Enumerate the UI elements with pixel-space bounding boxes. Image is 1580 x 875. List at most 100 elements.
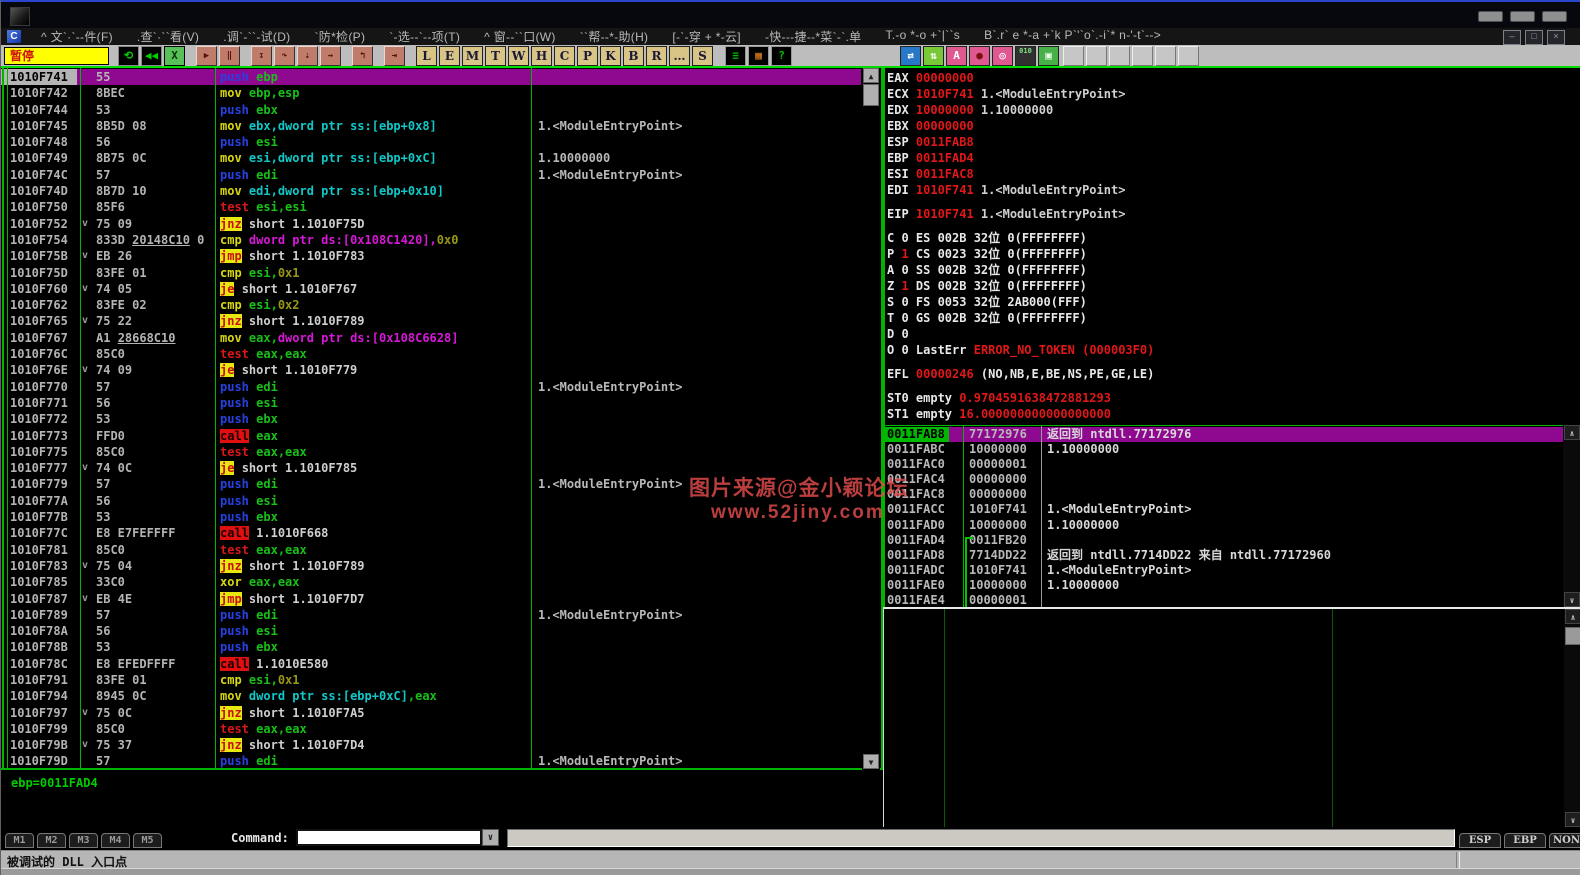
memory-tab-m3[interactable]: M3	[69, 833, 98, 848]
stack-row[interactable]: 0011FAC0 00000001	[883, 457, 1563, 472]
mdi-minimize-icon[interactable]: –	[1503, 30, 1521, 45]
stack-pane[interactable]: 0011FAB8 77172976 返回到 ntdll.77172976 0011FA…	[883, 425, 1580, 608]
menu-item[interactable]: -快---捷--*菜`-`.单	[753, 28, 873, 45]
scroll-down-icon[interactable]: ∨	[1564, 592, 1580, 607]
menu-item[interactable]: `防*检(P)	[302, 28, 377, 45]
menu-item[interactable]: `-选--`--项(T)	[377, 28, 472, 45]
memory-tab-m4[interactable]: M4	[101, 833, 130, 848]
disasm-row[interactable]: 1010F760 v 74 05 je short 1.1010F767	[1, 281, 861, 297]
menu-item[interactable]: ^ 窗--``口(W)	[472, 28, 568, 45]
disasm-row[interactable]: 1010F76C 85C0 test eax,eax	[1, 346, 861, 362]
updown-arrows-icon[interactable]: ⇅	[923, 45, 944, 66]
references-window-button[interactable]: R	[646, 45, 667, 66]
scroll-up-icon[interactable]: ▲	[863, 68, 879, 83]
empty-slot[interactable]	[1086, 45, 1107, 66]
flag-row[interactable]: C 0 ES 002B 32位 0(FFFFFFFF)	[887, 230, 1577, 246]
scroll-up-icon[interactable]: ∧	[1565, 609, 1580, 624]
animate-into-icon[interactable]: ⇣	[297, 45, 318, 66]
disasm-row[interactable]: 1010F75D 83FE 01 cmp esi,0x1	[1, 265, 861, 281]
disasm-row[interactable]: 1010F750 85F6 test esi,esi	[1, 199, 861, 215]
help-icon[interactable]: ?	[771, 45, 792, 66]
stack-row[interactable]: 0011FAE4 00000001	[883, 593, 1563, 608]
flag-row[interactable]: S 0 FS 0053 32位 2AB000(FFF)	[887, 294, 1577, 310]
register-row[interactable]: ESP 0011FAB8	[887, 134, 1577, 150]
register-row[interactable]: EDI 1010F741 1.<ModuleEntryPoint>	[887, 182, 1577, 198]
disasm-row[interactable]: 1010F770 57 push edi 1.<ModuleEntryPoint>	[1, 379, 861, 395]
binary-icon[interactable]: 010	[1015, 45, 1036, 66]
disasm-row[interactable]: 1010F77C E8 E7FEFFFF call 1.1010F668	[1, 525, 861, 541]
stack-row[interactable]: 0011FAB8 77172976 返回到 ntdll.77172976	[883, 427, 1563, 443]
stack-row[interactable]: 0011FAE0 10000000 1.10000000	[883, 578, 1563, 593]
restart-icon[interactable]: ⟲	[118, 45, 139, 66]
register-row[interactable]: EBX 00000000	[887, 118, 1577, 134]
column-separator[interactable]	[531, 68, 532, 770]
dump-pane[interactable]: ∧ ∨	[883, 609, 1580, 827]
disasm-row[interactable]: 1010F74D 8B7D 10 mov edi,dword ptr ss:[ebp…	[1, 183, 861, 199]
stack-row[interactable]: 0011FAD4 0011FB20	[883, 533, 1563, 548]
disasm-row[interactable]: 1010F773 FFD0 call eax	[1, 428, 861, 444]
stack-row[interactable]: 0011FAD8 7714DD22 返回到 ntdll.7714DD22 来自 nt…	[883, 548, 1563, 563]
breakpoints-window-button[interactable]: B	[623, 45, 644, 66]
disassembly-scrollbar[interactable]: ▲ ▼	[862, 68, 880, 770]
register-row[interactable]: EBP 0011FAD4	[887, 150, 1577, 166]
disasm-row[interactable]: 1010F745 8B5D 08 mov ebx,dword ptr ss:[ebp…	[1, 118, 861, 134]
empty-slot[interactable]	[1109, 45, 1130, 66]
disasm-row[interactable]: 1010F775 85C0 test eax,eax	[1, 444, 861, 460]
scroll-down-icon[interactable]: ∨	[1565, 812, 1580, 827]
disasm-row[interactable]: 1010F779 57 push edi 1.<ModuleEntryPoint>	[1, 476, 861, 492]
cpu-window-button[interactable]: C	[554, 45, 575, 66]
close-button[interactable]	[1542, 11, 1567, 22]
disasm-row[interactable]: 1010F742 8BEC mov ebp,esp	[1, 85, 861, 101]
stack-row[interactable]: 0011FADC 1010F741 1.<ModuleEntryPoint>	[883, 563, 1563, 578]
disasm-row[interactable]: 1010F75B v EB 26 jmp short 1.1010F783	[1, 248, 861, 264]
disasm-row[interactable]: 1010F787 v EB 4E jmp short 1.1010F7D7	[1, 591, 861, 607]
disasm-row[interactable]: 1010F78C E8 EFEDFFFF call 1.1010E580	[1, 656, 861, 672]
disasm-row[interactable]: 1010F781 85C0 test eax,eax	[1, 542, 861, 558]
column-separator[interactable]	[215, 68, 216, 770]
scroll-up-icon[interactable]: ∧	[1564, 425, 1580, 440]
scroll-thumb[interactable]	[863, 84, 879, 106]
minimize-button[interactable]	[1478, 11, 1503, 22]
exec-till-user-icon[interactable]: ⇥	[384, 45, 405, 66]
patches-window-button[interactable]: P	[577, 45, 598, 66]
disasm-row[interactable]: 1010F78A 56 push esi	[1, 623, 861, 639]
scroll-down-icon[interactable]: ▼	[863, 754, 879, 769]
run-icon[interactable]: ▶	[196, 45, 217, 66]
disasm-row[interactable]: 1010F791 83FE 01 cmp esi,0x1	[1, 672, 861, 688]
stack-row[interactable]: 0011FAD0 10000000 1.10000000	[883, 518, 1563, 533]
disasm-row[interactable]: 1010F771 56 push esi	[1, 395, 861, 411]
disasm-row[interactable]: 1010F785 33C0 xor eax,eax	[1, 574, 861, 590]
step-over-icon[interactable]: ↷	[274, 45, 295, 66]
rewind-icon[interactable]: ◀◀	[141, 45, 162, 66]
disassembly-pane[interactable]: 1010F741 55 push ebp 1010F742 8BEC mov ebp,es…	[1, 68, 883, 770]
stack-row[interactable]: 0011FAC8 00000000	[883, 487, 1563, 502]
run-trace-window-button[interactable]: …	[669, 45, 690, 66]
disasm-row[interactable]: 1010F777 v 74 0C je short 1.1010F785	[1, 460, 861, 476]
column-separator[interactable]	[80, 68, 81, 770]
stack-row[interactable]: 0011FAC4 00000000	[883, 472, 1563, 487]
windows-window-button[interactable]: W	[508, 45, 529, 66]
command-input[interactable]	[296, 829, 482, 846]
disasm-row[interactable]: 1010F752 v 75 09 jnz short 1.1010F75D	[1, 216, 861, 232]
record-icon[interactable]: ●	[969, 45, 990, 66]
disasm-row[interactable]: 1010F748 56 push esi	[1, 134, 861, 150]
animate-over-icon[interactable]: ⇝	[320, 45, 341, 66]
disasm-row[interactable]: 1010F77B 53 push ebx	[1, 509, 861, 525]
flag-row[interactable]: A 0 SS 002B 32位 0(FFFFFFFF)	[887, 262, 1577, 278]
flag-row[interactable]: O 0 LastErr ERROR_NO_TOKEN (000003F0)	[887, 342, 1577, 358]
register-row[interactable]: EDX 10000000 1.10000000	[887, 102, 1577, 118]
register-row[interactable]: ECX 1010F741 1.<ModuleEntryPoint>	[887, 86, 1577, 102]
handles-window-button[interactable]: H	[531, 45, 552, 66]
flag-row[interactable]: T 0 GS 002B 32位 0(FFFFFFFF)	[887, 310, 1577, 326]
menu-item[interactable]: .调`-``-试(D)	[211, 28, 302, 45]
disasm-row[interactable]: 1010F744 53 push ebx	[1, 102, 861, 118]
menu-item[interactable]: ^ 文`·`--件(F)	[29, 28, 125, 45]
stack-row[interactable]: 0011FACC 1010F741 1.<ModuleEntryPoint>	[883, 502, 1563, 517]
empty-slot[interactable]	[1155, 45, 1176, 66]
target-icon[interactable]: ◎	[992, 45, 1013, 66]
maximize-button[interactable]	[1510, 11, 1535, 22]
disasm-row[interactable]: 1010F762 83FE 02 cmp esi,0x2	[1, 297, 861, 313]
step-into-icon[interactable]: ↧	[251, 45, 272, 66]
disasm-row[interactable]: 1010F799 85C0 test eax,eax	[1, 721, 861, 737]
list-icon[interactable]: ≡	[725, 45, 746, 66]
